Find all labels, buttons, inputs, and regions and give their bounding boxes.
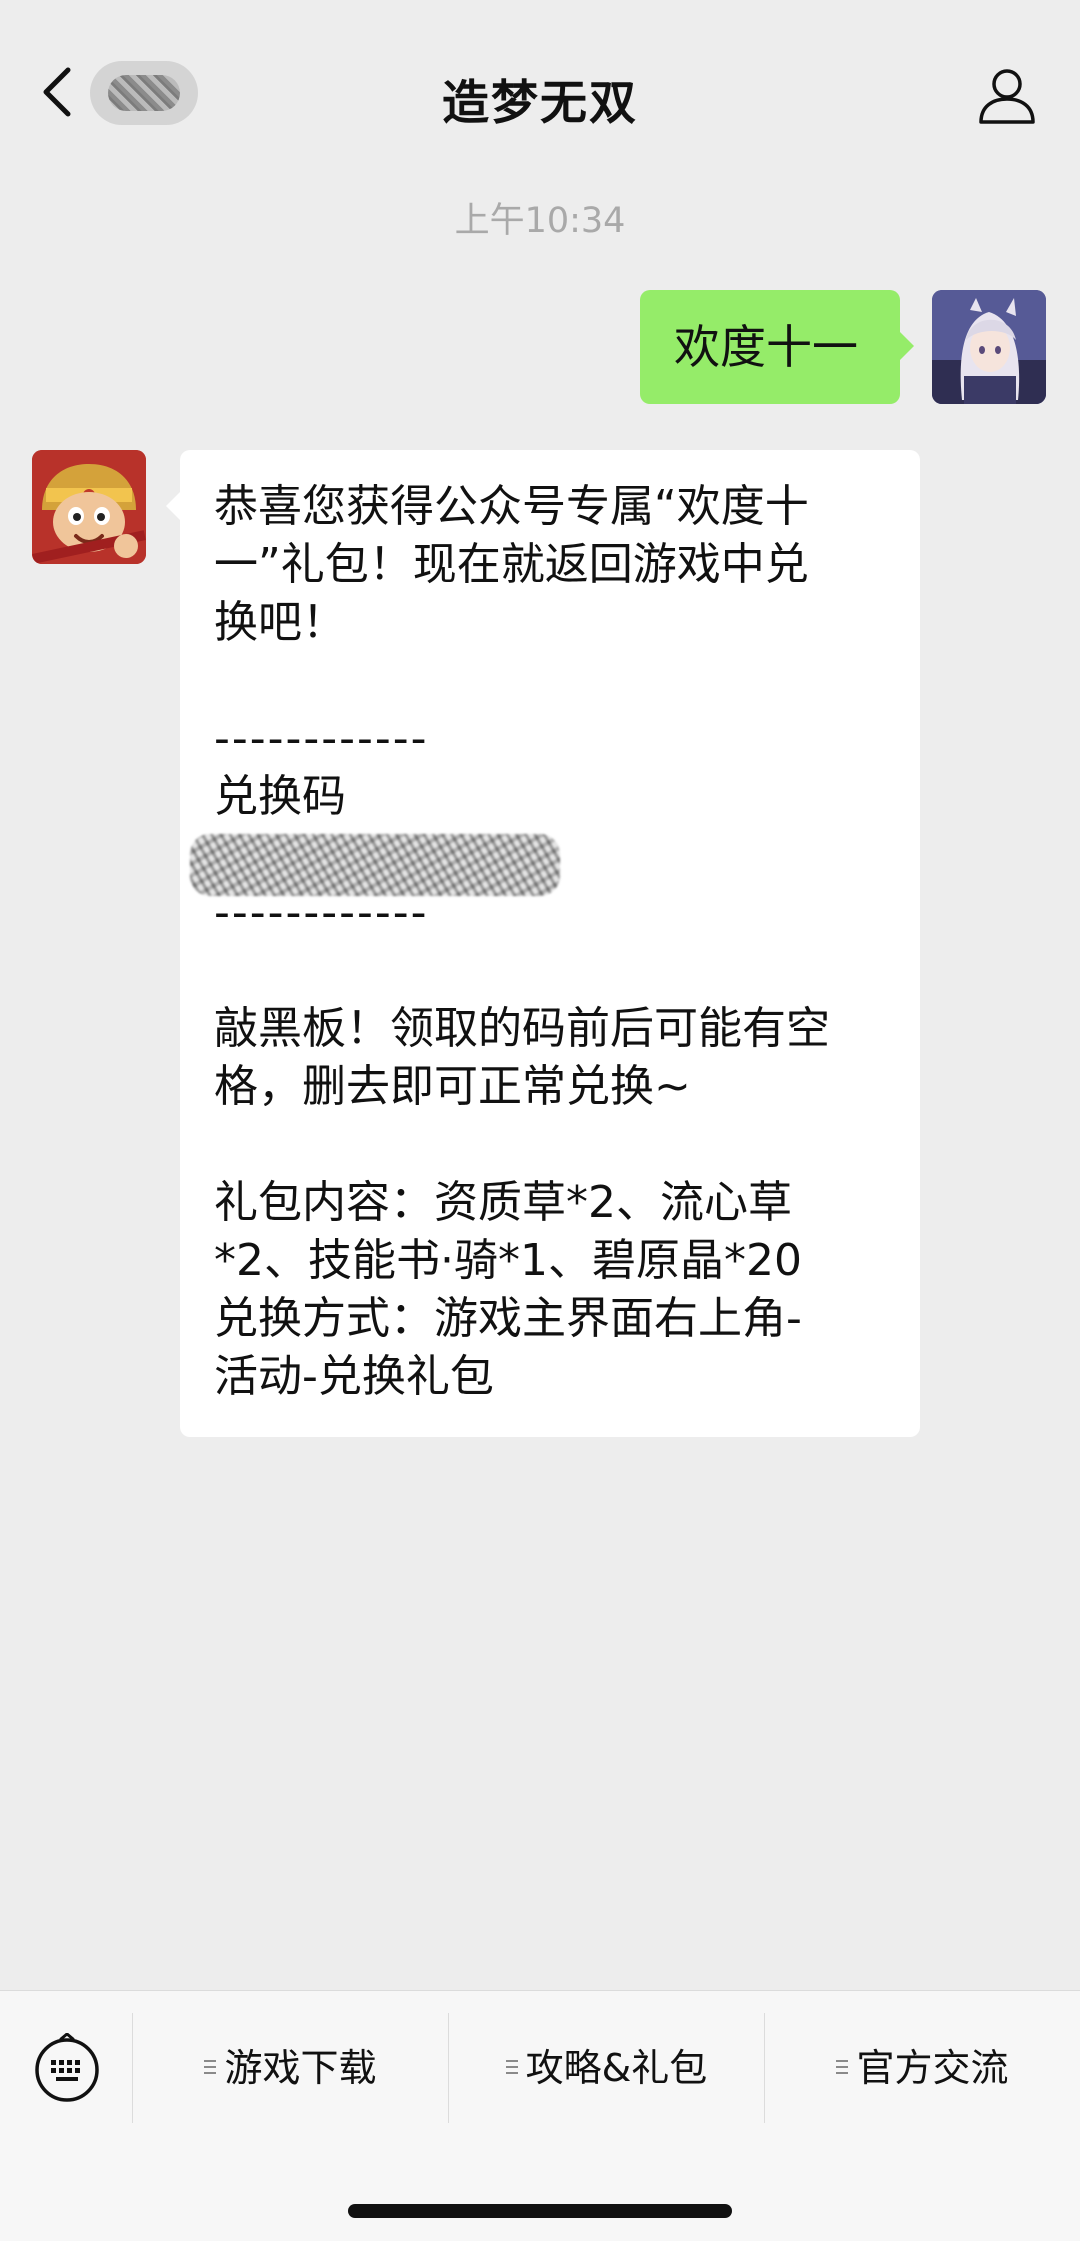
official-account-avatar[interactable] (32, 450, 146, 564)
message-line: 活动-兑换礼包 (214, 1351, 494, 1402)
self-avatar[interactable] (932, 290, 1046, 404)
message-line: 恭喜您获得公众号专属“欢度十 (214, 481, 809, 532)
outgoing-message-bubble[interactable]: 欢度十一 (640, 290, 914, 404)
person-icon (979, 69, 1035, 124)
message-line: *2、技能书·骑*1、碧原晶*20 (214, 1235, 802, 1286)
redeem-code-label: 兑换码 (214, 771, 346, 822)
menu-item-label: 官方交流 (856, 2046, 1009, 2090)
redacted-code-scribble (190, 834, 560, 896)
menu-item-label: 攻略&礼包 (525, 2046, 708, 2090)
redeem-code-value[interactable] (190, 826, 890, 896)
message-line: 兑换方式：游戏主界面右上角- (214, 1293, 802, 1344)
divider-line: ------------ (214, 713, 429, 764)
message-line: 格，删去即可正常兑换~ (214, 1061, 691, 1112)
official-account-menu-bar: 游戏下载 攻略&礼包 官方交流 (0, 1990, 1080, 2241)
chat-header: 造梦无双 (0, 0, 1080, 190)
keyboard-toggle-button[interactable] (32, 2032, 102, 2103)
anime-girl-avatar-image (932, 290, 1046, 404)
submenu-lines-icon (836, 2057, 849, 2076)
message-line: 换吧！ (214, 597, 346, 648)
submenu-lines-icon (204, 2057, 217, 2076)
menu-item-guides-gifts[interactable]: 攻略&礼包 (449, 2013, 764, 2123)
profile-button[interactable] (974, 62, 1040, 128)
submenu-lines-icon (505, 2057, 518, 2076)
page-title: 造梦无双 (442, 76, 638, 131)
home-indicator[interactable] (348, 2204, 732, 2218)
menu-item-game-download[interactable]: 游戏下载 (133, 2013, 448, 2123)
message-timestamp: 上午10:34 (454, 201, 626, 241)
message-line: 礼包内容：资质草*2、流心草 (214, 1177, 792, 1228)
monkey-king-avatar-image (32, 450, 146, 564)
message-line: 一”礼包！现在就返回游戏中兑 (214, 539, 809, 590)
message-line: 敲黑板！领取的码前后可能有空 (214, 1003, 830, 1054)
keyboard-icon (35, 2032, 99, 2102)
menu-item-official-community[interactable]: 官方交流 (765, 2013, 1080, 2123)
incoming-message-bubble[interactable]: 恭喜您获得公众号专属“欢度十 一”礼包！现在就返回游戏中兑 换吧！ ------… (166, 450, 920, 1437)
menu-item-label: 游戏下载 (224, 2046, 377, 2090)
